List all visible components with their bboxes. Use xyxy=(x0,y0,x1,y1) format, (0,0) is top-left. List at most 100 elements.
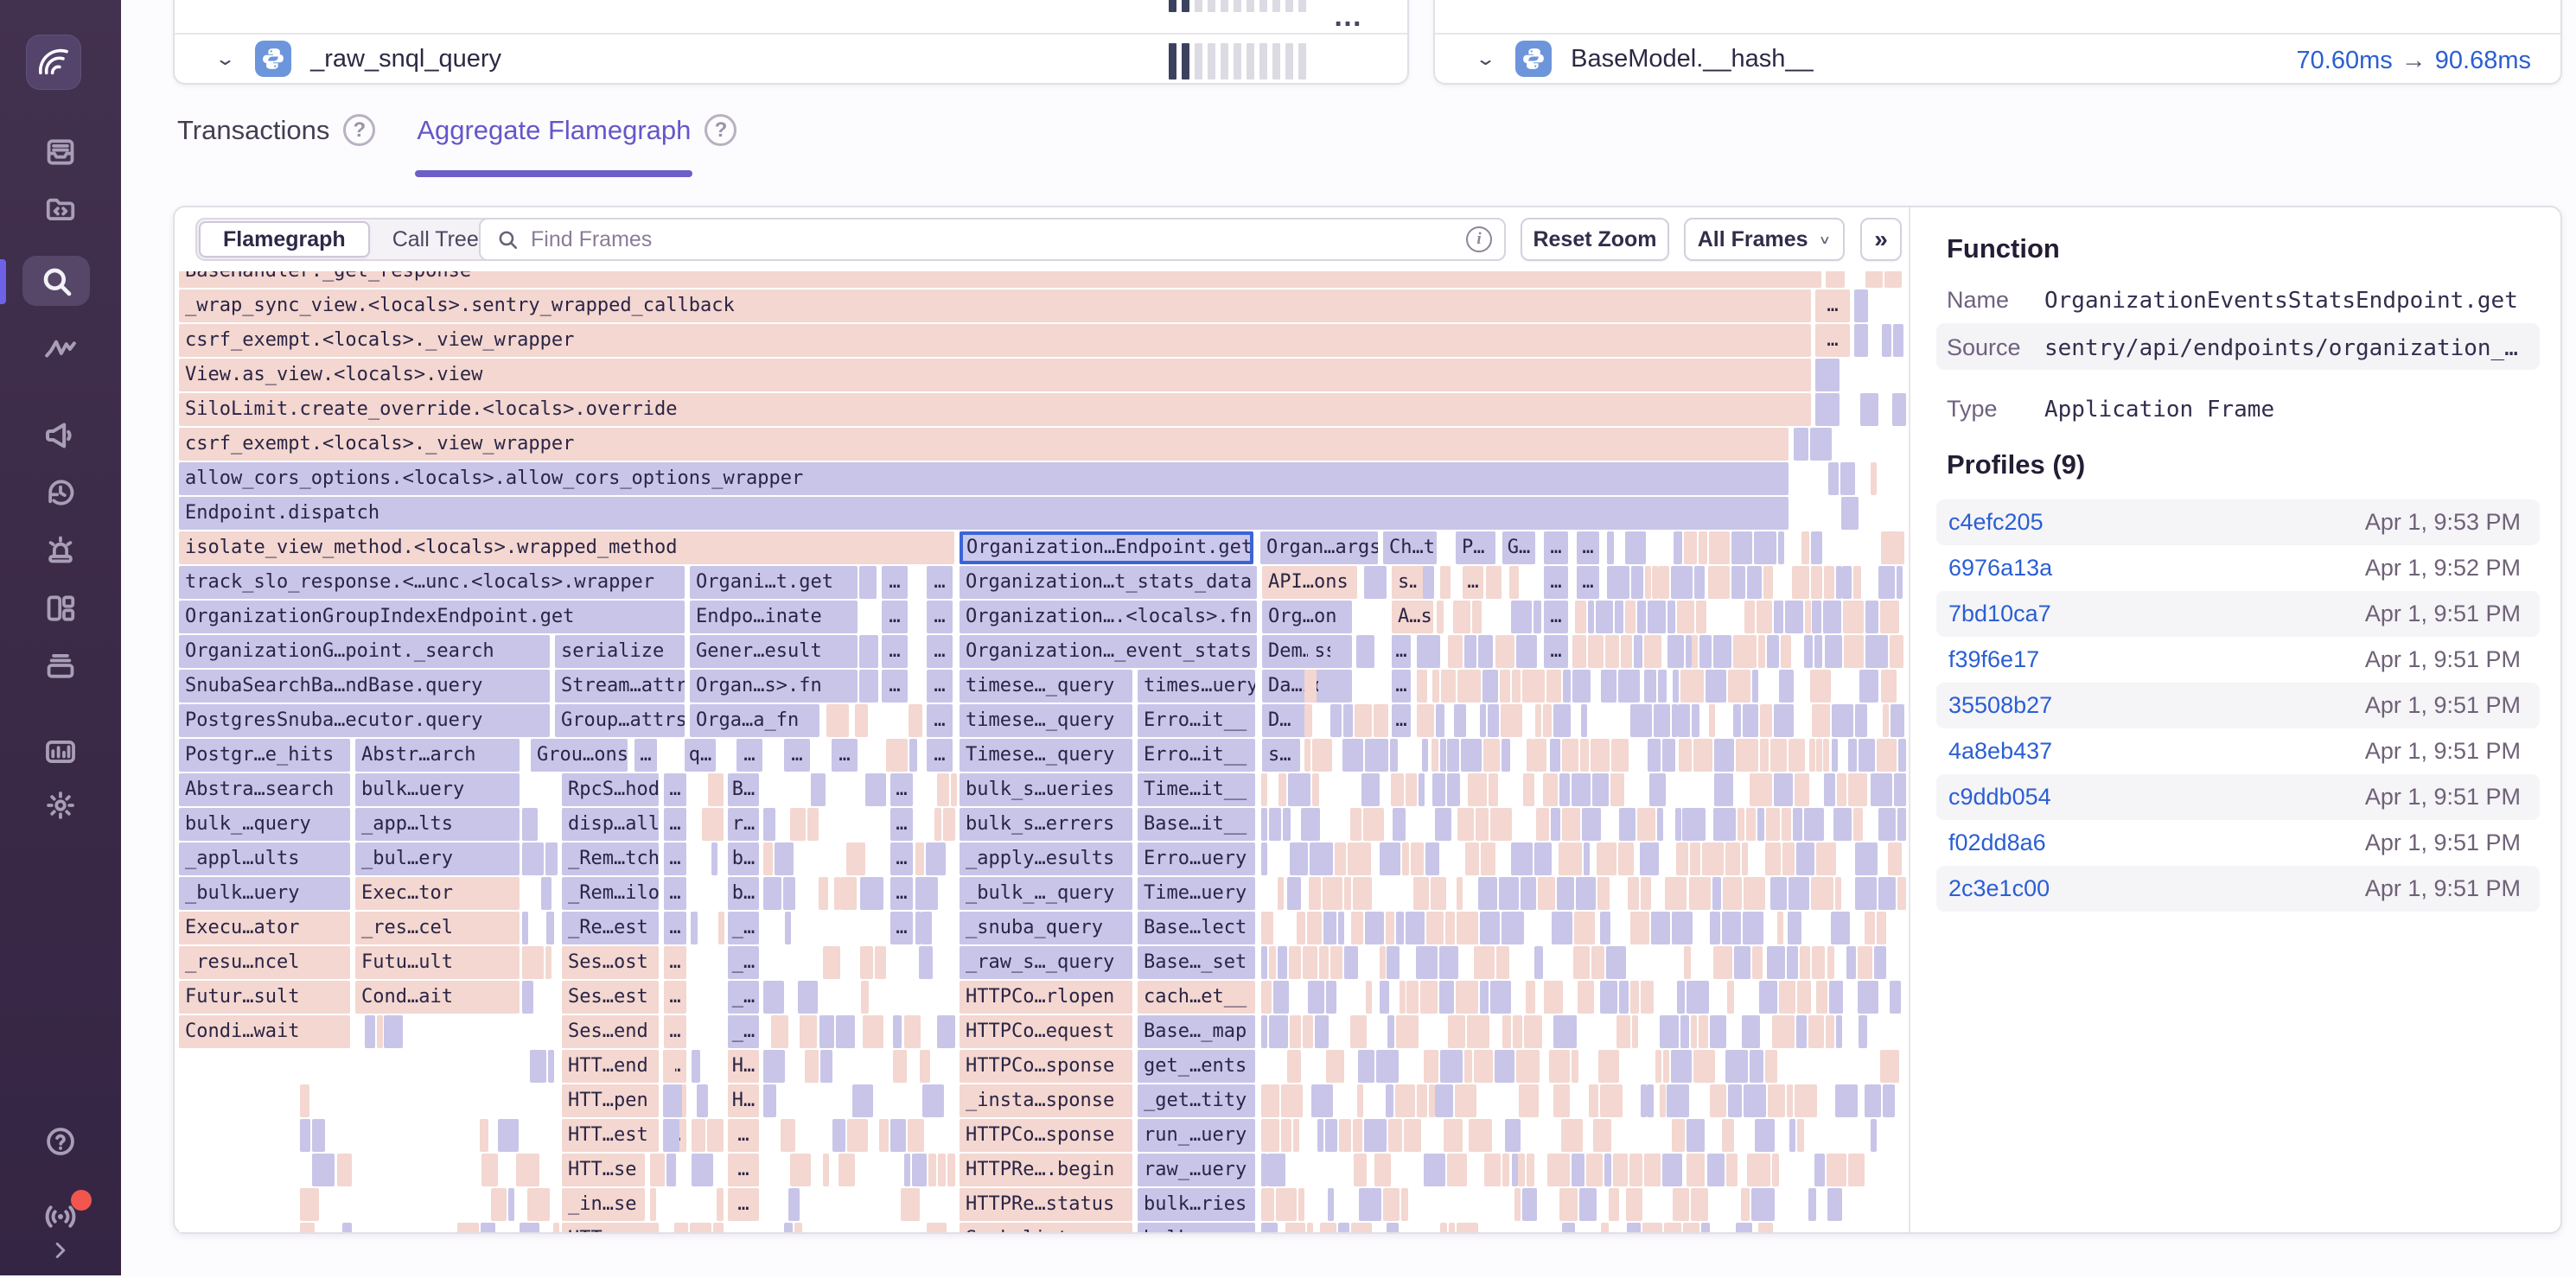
flamegraph-frame[interactable] xyxy=(1777,912,1783,944)
flamegraph-frame[interactable]: View.as_view.<locals>.view xyxy=(179,359,1811,391)
flamegraph-frame[interactable] xyxy=(1437,601,1444,633)
flamegraph-frame[interactable] xyxy=(1363,808,1383,841)
flamegraph-frame[interactable] xyxy=(1304,739,1310,772)
flamegraph-frame[interactable] xyxy=(1823,601,1841,633)
flamegraph-frame[interactable] xyxy=(1457,912,1477,944)
flamegraph-frame[interactable] xyxy=(1694,566,1706,599)
flamegraph-frame[interactable] xyxy=(865,773,886,806)
duration-before[interactable]: 70.60ms xyxy=(2297,47,2393,74)
flamegraph-frame[interactable] xyxy=(1800,946,1810,979)
flamegraph-frame[interactable] xyxy=(1523,773,1534,806)
flamegraph-frame[interactable] xyxy=(1627,1223,1641,1232)
flamegraph-frame[interactable] xyxy=(1536,808,1549,841)
flamegraph-frame[interactable] xyxy=(1424,1154,1445,1186)
flamegraph-frame[interactable] xyxy=(1842,566,1852,599)
flamegraph-frame[interactable] xyxy=(781,1119,795,1152)
flamegraph-frame[interactable] xyxy=(1743,704,1758,737)
flamegraph-frame[interactable] xyxy=(1692,704,1699,737)
flamegraph-frame[interactable]: bulk_s…errers xyxy=(960,808,1132,841)
flamegraph-frame[interactable] xyxy=(1456,981,1478,1014)
flamegraph-frame[interactable] xyxy=(1502,1015,1511,1048)
flamegraph-frame[interactable] xyxy=(1348,842,1371,875)
flamegraph-frame[interactable] xyxy=(1383,1188,1400,1221)
flamegraph-frame[interactable] xyxy=(890,1119,907,1152)
flamegraph-frame[interactable] xyxy=(1562,739,1578,772)
flamegraph-frame[interactable] xyxy=(788,1188,800,1221)
help-icon[interactable]: ? xyxy=(343,114,375,146)
flamegraph-frame[interactable] xyxy=(1445,912,1456,944)
flamegraph-frame[interactable] xyxy=(1484,1154,1500,1186)
flamegraph-frame[interactable] xyxy=(1757,601,1773,633)
flamegraph-frame[interactable]: … xyxy=(882,601,908,633)
flamegraph-frame[interactable] xyxy=(1486,566,1502,599)
flamegraph-frame[interactable]: … xyxy=(664,1015,686,1048)
flamegraph-frame[interactable] xyxy=(1534,946,1544,979)
flamegraph-frame[interactable] xyxy=(785,912,792,944)
flamegraph-frame[interactable]: r… xyxy=(728,808,759,841)
flamegraph-frame[interactable] xyxy=(1736,739,1757,772)
flamegraph-frame[interactable] xyxy=(1702,842,1724,875)
flamegraph-frame[interactable] xyxy=(1522,1188,1537,1221)
flamegraph-frame[interactable]: SiloLimit.create_override.<locals>.overr… xyxy=(179,393,1811,426)
flamegraph-frame[interactable]: get_…ents xyxy=(1138,1050,1255,1083)
flamegraph-frame[interactable] xyxy=(1309,877,1321,910)
flamegraph-frame[interactable] xyxy=(384,1015,403,1048)
flamegraph-frame[interactable] xyxy=(1890,981,1901,1014)
flamegraph-frame[interactable]: … xyxy=(927,635,953,668)
flamegraph-frame[interactable] xyxy=(1672,704,1678,737)
flamegraph-frame[interactable] xyxy=(1444,1119,1463,1152)
flamegraph-frame[interactable] xyxy=(1261,981,1272,1014)
flamegraph-frame[interactable] xyxy=(1518,1154,1526,1186)
flamegraph-frame[interactable] xyxy=(1609,1188,1618,1221)
flamegraph-frame[interactable] xyxy=(875,946,886,979)
flamegraph-frame[interactable]: track_slo_response.<…unc.<locals>.wrappe… xyxy=(179,566,685,599)
flamegraph-frame[interactable] xyxy=(1431,877,1446,910)
flamegraph-frame[interactable]: Organ…args xyxy=(1260,531,1378,564)
flamegraph-frame[interactable] xyxy=(527,1188,550,1221)
flamegraph-frame[interactable] xyxy=(1330,946,1342,979)
flamegraph-frame[interactable]: BaseHandler._get_response xyxy=(179,271,1821,288)
flamegraph-frame[interactable] xyxy=(1589,1084,1598,1117)
flamegraph-frame[interactable] xyxy=(1890,635,1903,668)
flamegraph-frame[interactable] xyxy=(934,808,940,841)
flamegraph-frame[interactable]: RpcS…hod xyxy=(562,773,659,806)
flamegraph-frame[interactable] xyxy=(522,912,528,944)
flamegraph-frame[interactable] xyxy=(763,877,781,910)
flamegraph-frame[interactable] xyxy=(1283,808,1291,841)
flamegraph-frame[interactable] xyxy=(1468,773,1487,806)
flamegraph-frame[interactable] xyxy=(1736,1223,1752,1232)
flamegraph-frame[interactable]: … xyxy=(927,566,953,599)
flamegraph-frame[interactable] xyxy=(909,704,922,737)
flamegraph-frame[interactable] xyxy=(1320,1223,1336,1232)
flamegraph-frame[interactable] xyxy=(1550,739,1561,772)
flamegraph-frame[interactable] xyxy=(342,1223,352,1232)
flamegraph-frame[interactable] xyxy=(1805,601,1811,633)
flamegraph-frame[interactable] xyxy=(1586,1154,1604,1186)
flamegraph-frame[interactable] xyxy=(1553,704,1570,737)
flamegraph-frame[interactable] xyxy=(1629,1154,1642,1186)
flamegraph-frame[interactable]: Base…lect xyxy=(1138,912,1255,944)
flamegraph-frame[interactable] xyxy=(1824,773,1835,806)
flamegraph-frame[interactable] xyxy=(1710,912,1720,944)
flamegraph-frame[interactable] xyxy=(663,1050,675,1083)
flamegraph-frame[interactable] xyxy=(1707,1154,1725,1186)
flamegraph-frame[interactable]: … xyxy=(736,739,762,772)
flamegraph-frame[interactable] xyxy=(1750,773,1773,806)
sidebar-item-replays[interactable] xyxy=(0,465,121,520)
flamegraph-frame[interactable] xyxy=(1625,531,1646,564)
flamegraph-frame[interactable]: _snuba_query xyxy=(960,912,1132,944)
flamegraph-frame[interactable] xyxy=(1476,808,1489,841)
flamegraph-frame[interactable]: G… xyxy=(1502,531,1535,564)
flamegraph-frame[interactable] xyxy=(1512,670,1521,703)
flamegraph-frame[interactable]: isolate_view_method.<locals>.wrapped_met… xyxy=(179,531,954,564)
flamegraph-frame[interactable] xyxy=(1752,946,1762,979)
flamegraph-frame[interactable] xyxy=(1827,946,1835,979)
flamegraph-frame[interactable] xyxy=(1308,981,1323,1014)
flamegraph-frame[interactable] xyxy=(1758,635,1764,668)
flamegraph-frame[interactable] xyxy=(1559,1188,1578,1221)
flamegraph-frame[interactable] xyxy=(1417,1084,1427,1117)
flamegraph-frame[interactable] xyxy=(1457,808,1474,841)
flamegraph-frame[interactable] xyxy=(1855,877,1878,910)
flamegraph-frame[interactable] xyxy=(1600,1084,1623,1117)
flamegraph-frame[interactable] xyxy=(1472,601,1482,633)
